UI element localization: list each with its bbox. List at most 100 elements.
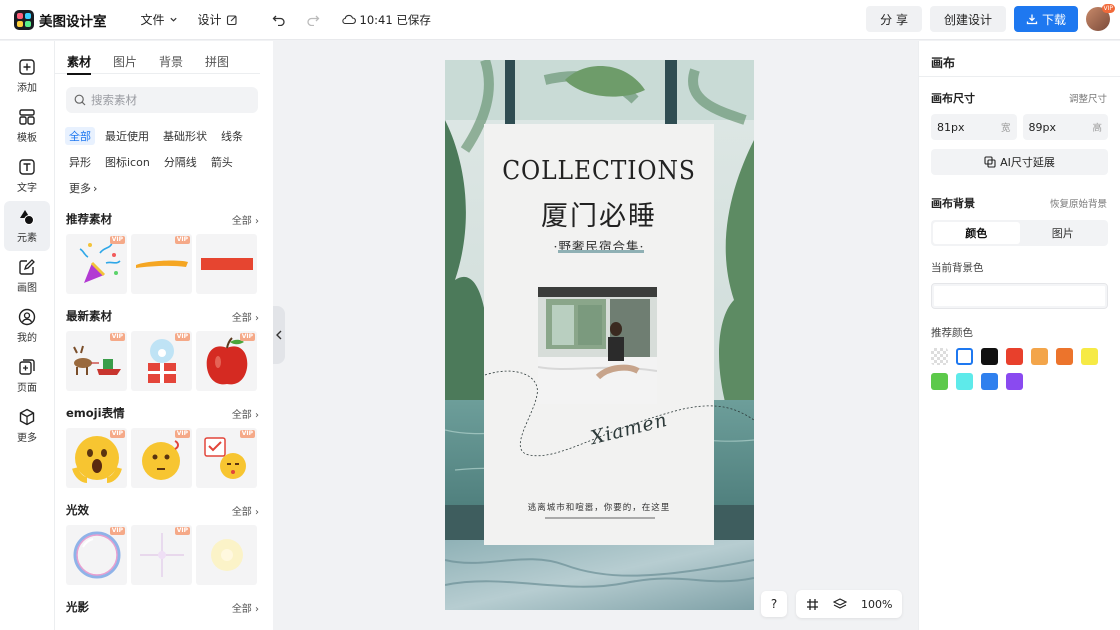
adjust-size-link[interactable]: 调整尺寸 [1069,91,1107,105]
poster-title-cn[interactable]: 厦门必睡 [484,194,714,233]
color-swatch-blue[interactable] [981,373,998,390]
vip-badge: VIP [174,527,190,535]
chip-recent[interactable]: 最近使用 [101,127,153,145]
nav-draw[interactable]: 画图 [0,251,54,301]
user-avatar[interactable]: VIP [1086,4,1115,31]
material-thumb[interactable]: VIP [196,428,257,488]
color-swatch-yellow[interactable] [1081,348,1098,365]
vip-badge: VIP [109,527,125,535]
color-swatch-red[interactable] [1006,348,1023,365]
download-button[interactable]: 下载 [1013,6,1078,32]
material-thumb[interactable]: VIP [196,331,257,391]
party-popper-icon [79,242,121,283]
color-swatch-purple[interactable] [1006,373,1023,390]
chip-basic-shapes[interactable]: 基础形状 [159,127,211,145]
nav-add[interactable]: 添加 [0,51,54,101]
redo-button[interactable] [298,6,328,34]
material-thumb[interactable]: VIP [66,331,127,391]
snow-globe-gift-icon [147,339,176,383]
design-canvas[interactable]: COLLECTIONS 厦门必睡 ·野奢民宿合集· Xiamen 逃离城市和喧嚣… [445,60,754,610]
pencil-icon [18,258,36,276]
chip-more[interactable]: 更多 › [65,179,101,197]
properties-panel: 画布 画布尺寸 调整尺寸 81px 宽 89px 高 AI尺寸延展 画布背景 恢… [918,41,1120,630]
chevron-left-icon [276,330,282,340]
see-all-label: 全部 [231,215,252,227]
poster-bottom-text[interactable]: 逃离城市和喧嚣，你要的，在这里 [484,501,714,513]
color-swatch-orange[interactable] [1056,348,1073,365]
chip-all[interactable]: 全部 [65,127,95,145]
color-swatch-black[interactable] [981,348,998,365]
search-input[interactable] [91,93,241,107]
tab-backgrounds[interactable]: 背景 [159,53,183,74]
color-swatch-cyan[interactable] [956,373,973,390]
tab-collage[interactable]: 拼图 [205,53,229,74]
chip-lines[interactable]: 线条 [217,127,247,145]
color-swatch-transparent[interactable] [931,348,948,365]
search-box[interactable] [66,87,258,113]
cloud-icon [341,14,356,25]
bg-image-option[interactable]: 图片 [1020,222,1107,244]
material-thumb[interactable]: VIP [131,428,192,488]
collapse-panel-button[interactable] [273,306,285,364]
nav-elements[interactable]: 元素 [4,201,50,251]
vip-badge: VIP [239,430,255,438]
tab-images[interactable]: 图片 [113,53,137,74]
create-design-button[interactable]: 创建设计 [929,6,1006,32]
zoom-level[interactable]: 100% [861,598,892,611]
top-bar: 美图设计室 文件 设计 10:41 已保存 分 享 创建设计 下载 VIP [0,0,1120,40]
nav-page[interactable]: 页面 [0,351,54,401]
tab-materials[interactable]: 素材 [67,53,92,75]
chip-arrows[interactable]: 箭头 [207,153,237,171]
current-bg-label: 当前背景色 [931,262,984,274]
nav-elements-label: 元素 [17,233,37,244]
poster-title-en[interactable]: COLLECTIONS [496,156,703,186]
grid-icon[interactable] [806,598,819,611]
template-icon [18,108,36,126]
material-thumb[interactable] [196,234,257,294]
chip-dividers[interactable]: 分隔线 [160,153,201,171]
material-thumb[interactable] [196,525,257,585]
material-thumb[interactable]: VIP [131,234,192,294]
bg-color-option[interactable]: 颜色 [933,222,1020,244]
current-bg-swatch[interactable] [931,283,1108,309]
edit-icon [226,14,238,26]
nav-add-label: 添加 [17,83,37,94]
color-swatch-white[interactable] [956,348,973,365]
canvas-bg-label: 画布背景 [931,197,975,210]
app-logo[interactable]: 美图设计室 [14,9,107,30]
nav-text[interactable]: 文字 [0,151,54,201]
see-all-link[interactable]: 全部 › [232,212,259,227]
width-field[interactable]: 81px 宽 [931,114,1017,140]
layers-icon[interactable] [833,597,847,611]
see-all-link[interactable]: 全部 › [232,503,259,518]
see-all-label: 全部 [231,312,252,324]
nav-more[interactable]: 更多 [0,401,54,451]
nav-template[interactable]: 模板 [0,101,54,151]
help-button[interactable]: ? [761,591,787,617]
see-all-link[interactable]: 全部 › [232,600,259,615]
material-thumb[interactable]: VIP [66,525,127,585]
vip-badge: VIP [109,236,125,244]
restore-bg-link[interactable]: 恢复原始背景 [1050,196,1107,210]
nav-mine[interactable]: 我的 [0,301,54,351]
design-menu[interactable]: 设计 [190,6,246,34]
chip-icons[interactable]: 图标icon [101,153,154,171]
resize-icon [984,156,996,168]
section-title: 最新素材 [66,309,112,323]
file-menu[interactable]: 文件 [133,6,186,34]
undo-button[interactable] [264,6,294,34]
material-thumb[interactable]: VIP [66,428,127,488]
material-thumb[interactable]: VIP [66,234,127,294]
color-swatch-green[interactable] [931,373,948,390]
bg-type-toggle: 颜色 图片 [931,220,1108,246]
height-field[interactable]: 89px 高 [1022,114,1108,140]
chip-irregular[interactable]: 异形 [65,153,95,171]
ai-resize-button[interactable]: AI尺寸延展 [931,149,1108,175]
color-swatch-light-orange[interactable] [1031,348,1048,365]
material-thumb[interactable]: VIP [131,331,192,391]
share-button[interactable]: 分 享 [866,6,922,32]
material-thumb[interactable]: VIP [131,525,192,585]
nav-page-label: 页面 [17,383,37,394]
see-all-link[interactable]: 全部 › [232,406,259,421]
see-all-link[interactable]: 全部 › [232,309,259,324]
